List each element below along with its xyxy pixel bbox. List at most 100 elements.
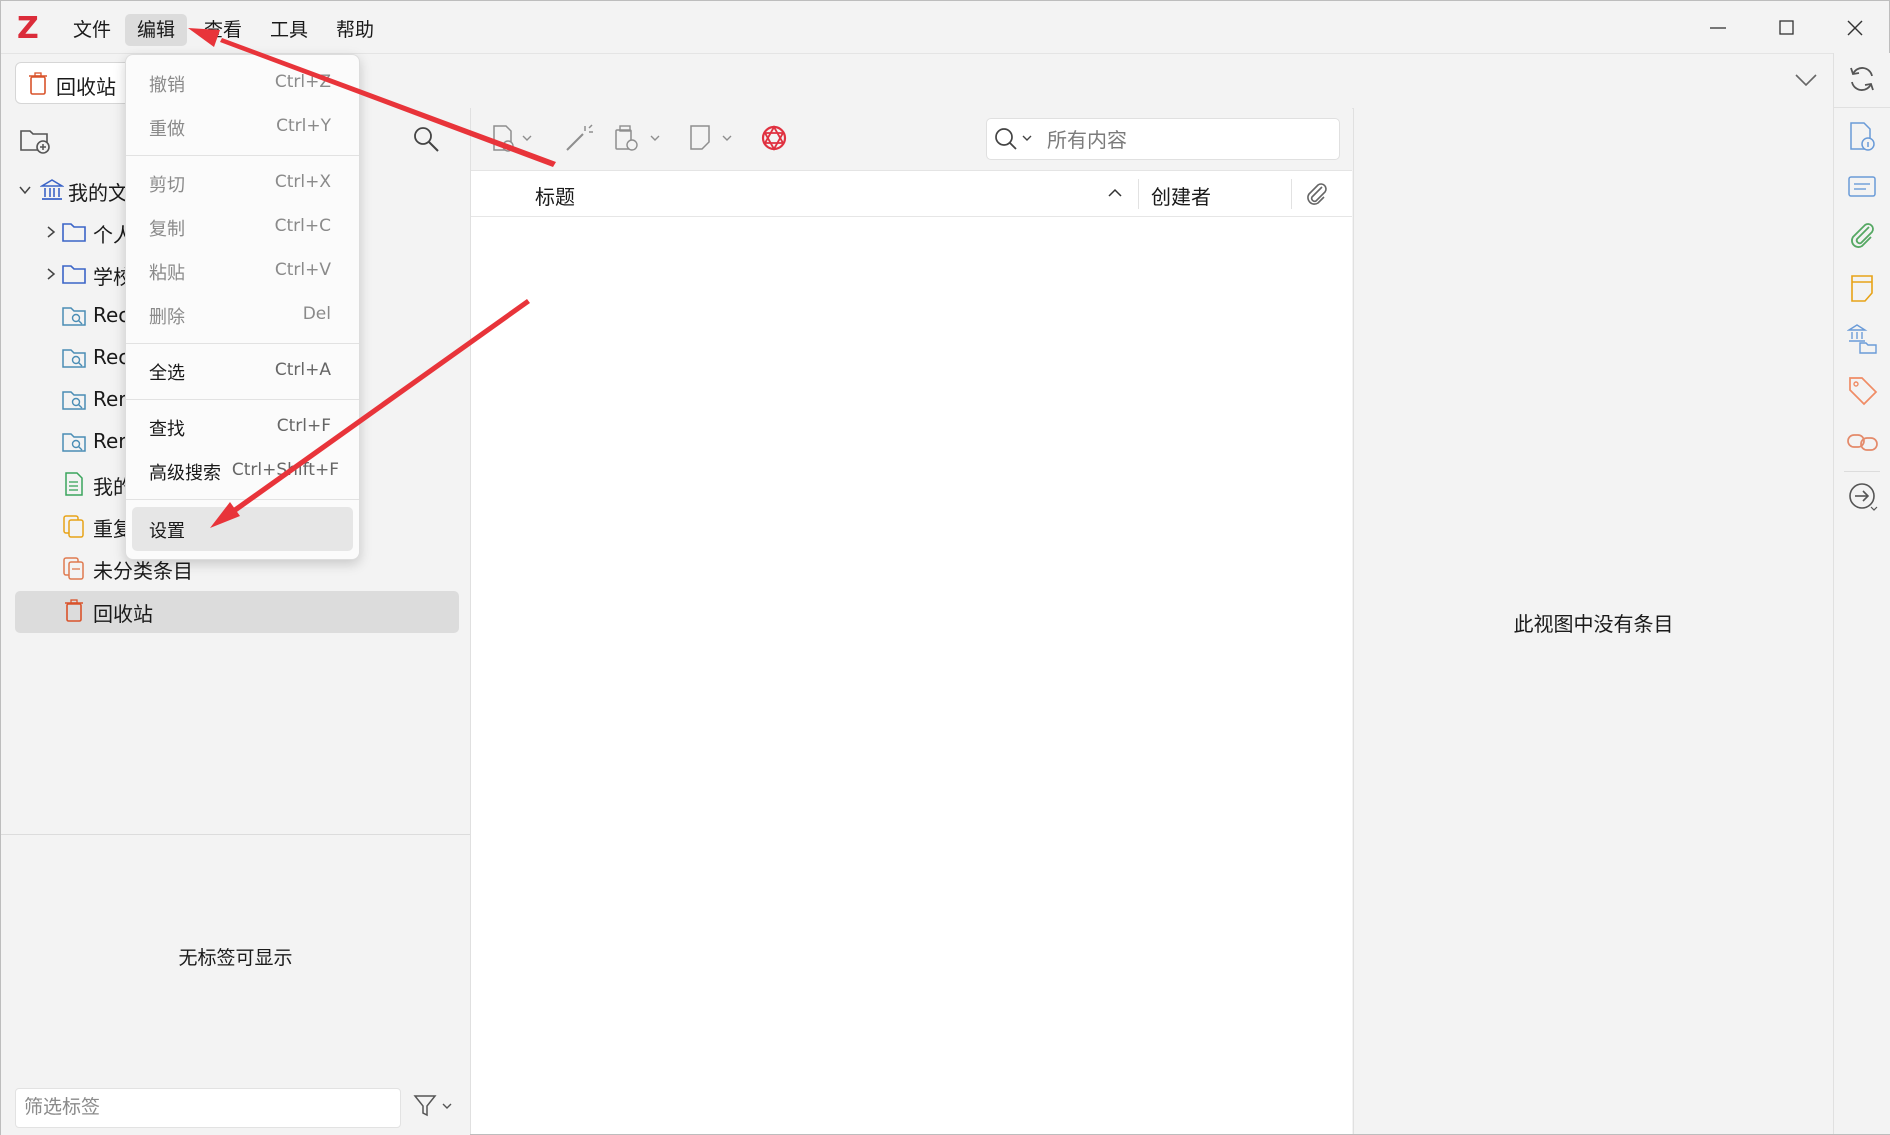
tab-trash[interactable]: 回收站 (15, 62, 135, 104)
menu-item-label: 剪切 (149, 175, 185, 196)
close-button[interactable] (1835, 13, 1875, 43)
menu-item-delete[interactable]: 删除 Del (132, 295, 353, 335)
menu-item-undo[interactable]: 撤销 Ctrl+Z (132, 63, 353, 103)
tab-label: 回收站 (56, 75, 116, 99)
tree-label: Rec (93, 303, 130, 327)
menu-item-label: 粘贴 (149, 263, 185, 284)
tree-label: Rec (93, 345, 130, 369)
empty-view-message: 此视图中没有条目 (1513, 612, 1674, 636)
item-search-box (986, 118, 1340, 161)
notes-icon[interactable] (1849, 273, 1877, 305)
menu-item-shortcut: Ctrl+Z (274, 72, 331, 92)
menu-item-label: 复制 (149, 219, 185, 240)
menu-item-shortcut: Del (302, 304, 331, 324)
sidenav-divider (1844, 471, 1880, 472)
menu-item-label: 高级搜索 (149, 463, 221, 484)
new-collection-icon[interactable] (19, 125, 51, 155)
menu-item-shortcut: Ctrl+Y (276, 116, 331, 136)
tag-filter-input[interactable] (16, 1089, 392, 1125)
folder-icon (62, 223, 86, 242)
chevron-down-icon[interactable] (17, 182, 33, 198)
item-pane: 此视图中没有条目 (1353, 108, 1833, 1134)
menu-edit[interactable]: 编辑 (125, 14, 188, 46)
no-tags-message: 无标签可显示 (178, 947, 293, 969)
library-icon (40, 179, 64, 200)
menu-file[interactable]: 文件 (61, 14, 123, 46)
chevron-right-icon[interactable] (43, 224, 59, 240)
menu-item-shortcut: Ctrl+X (274, 172, 331, 192)
attachment-column-paperclip-icon[interactable] (1304, 181, 1330, 207)
folder-icon (62, 265, 86, 284)
column-title[interactable]: 标题 (535, 181, 575, 210)
menu-item-find[interactable]: 查找 Ctrl+F (132, 407, 353, 447)
minimize-icon (1710, 27, 1726, 29)
saved-search-icon (62, 349, 86, 368)
search-mode-icon[interactable] (993, 126, 1037, 152)
items-pane (471, 108, 1352, 1134)
menu-tools[interactable]: 工具 (258, 14, 320, 46)
saved-search-icon (62, 433, 86, 452)
trash-icon (29, 72, 47, 95)
menu-item-copy[interactable]: 复制 Ctrl+C (132, 207, 353, 247)
menu-separator (126, 155, 359, 156)
saved-search-icon (62, 307, 86, 326)
sync-icon[interactable] (1846, 63, 1878, 95)
menu-item-label: 撤销 (149, 75, 185, 96)
menu-item-shortcut: Ctrl+F (276, 416, 331, 436)
column-divider[interactable] (1291, 179, 1292, 209)
minimize-button[interactable] (1698, 13, 1738, 43)
menu-view[interactable]: 查看 (192, 14, 254, 46)
menu-item-paste[interactable]: 粘贴 Ctrl+V (132, 251, 353, 291)
chevron-right-icon[interactable] (43, 266, 59, 282)
zotero-logo: Z (17, 11, 39, 46)
tree-row-trash[interactable]: 回收站 (1, 591, 471, 631)
search-input[interactable] (1045, 119, 1329, 161)
tabs-menu-chevron-icon[interactable] (1793, 70, 1819, 90)
sidenav-divider (1834, 107, 1890, 108)
attachments-paperclip-icon[interactable] (1847, 221, 1879, 253)
duplicate-icon (63, 515, 84, 538)
menu-item-redo[interactable]: 重做 Ctrl+Y (132, 107, 353, 147)
column-creator[interactable]: 创建者 (1151, 181, 1211, 210)
sort-ascending-icon (1108, 188, 1122, 197)
abstract-icon[interactable] (1847, 173, 1879, 201)
maximize-icon (1779, 20, 1794, 35)
magic-wand-icon[interactable] (563, 122, 595, 154)
menu-help[interactable]: 帮助 (324, 14, 386, 46)
item-pane-sidenav (1833, 53, 1890, 1134)
close-icon (1847, 20, 1863, 36)
trash-icon (65, 599, 83, 622)
related-link-icon[interactable] (1846, 429, 1880, 455)
edit-menu-popup: 撤销 Ctrl+Z 重做 Ctrl+Y 剪切 Ctrl+X 复制 Ctrl+C … (125, 54, 360, 560)
menu-item-shortcut: Ctrl+V (274, 260, 331, 280)
menu-item-settings[interactable]: 设置 (132, 507, 353, 551)
menu-bar: Z 文件 编辑 查看 工具 帮助 (1, 1, 1889, 53)
menu-item-advanced-search[interactable]: 高级搜索 Ctrl+Shift+F (132, 451, 353, 491)
column-divider[interactable] (1138, 179, 1139, 209)
menu-separator (126, 399, 359, 400)
saved-search-icon (62, 391, 86, 410)
menu-item-label: 删除 (149, 307, 185, 328)
locate-icon[interactable] (1847, 481, 1879, 513)
tag-actions-filter-icon[interactable] (413, 1093, 455, 1121)
new-note-icon[interactable] (688, 124, 738, 154)
items-toolbar (471, 108, 1352, 171)
unfiled-icon (63, 557, 84, 580)
new-attachment-icon[interactable] (614, 124, 666, 154)
menu-item-select-all[interactable]: 全选 Ctrl+A (132, 351, 353, 391)
menu-item-shortcut: Ctrl+Shift+F (231, 460, 339, 480)
info-icon[interactable] (1848, 121, 1878, 153)
document-icon (65, 472, 83, 496)
tag-icon[interactable] (1847, 375, 1879, 407)
menu-item-shortcut: Ctrl+A (274, 360, 331, 380)
items-column-header: 标题 创建者 (471, 171, 1352, 217)
menu-item-shortcut: Ctrl+C (274, 216, 331, 236)
menu-item-label: 全选 (149, 363, 185, 384)
ai-assistant-icon[interactable] (759, 123, 789, 153)
maximize-button[interactable] (1766, 13, 1806, 43)
libraries-collections-icon[interactable] (1847, 323, 1879, 355)
collection-search-icon[interactable] (411, 124, 441, 154)
new-item-icon[interactable] (491, 124, 537, 154)
menu-item-cut[interactable]: 剪切 Ctrl+X (132, 163, 353, 203)
tag-filter-box (15, 1088, 401, 1128)
